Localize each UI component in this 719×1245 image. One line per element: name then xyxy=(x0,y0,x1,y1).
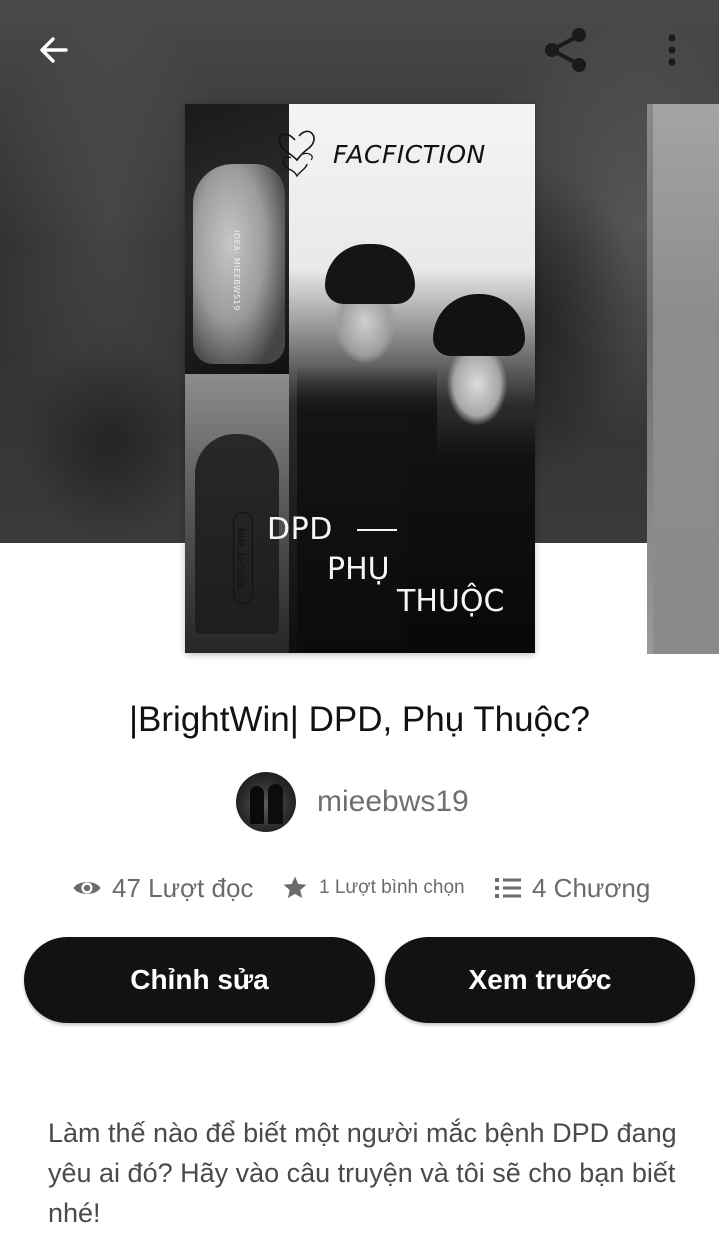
more-vertical-icon xyxy=(668,34,676,66)
stat-parts: 4 Chương xyxy=(494,868,650,908)
story-title: |BrightWin| DPD, Phụ Thuộc? xyxy=(128,700,591,739)
stat-votes: 1 Lượt bình chọn xyxy=(281,868,465,908)
heart-doodle-icon xyxy=(278,130,315,178)
reads-count: 47 Lượt đọc xyxy=(112,872,254,903)
cover-title-line3: THUỘC xyxy=(397,584,505,619)
votes-count: 1 Lượt bình chọn xyxy=(319,877,465,898)
cover-title-line1: DPD xyxy=(267,512,333,547)
star-icon xyxy=(283,876,307,899)
author-name[interactable]: mieebws19 xyxy=(317,785,469,819)
parts-count: 4 Chương xyxy=(532,872,651,903)
list-icon xyxy=(495,878,521,898)
arrow-left-icon xyxy=(40,37,68,63)
story-description: Làm thế nào để biết một người mắc bệnh D… xyxy=(48,1118,677,1228)
more-options-button[interactable] xyxy=(644,22,700,78)
stat-reads: 47 Lượt đọc xyxy=(72,868,253,908)
next-story-cover[interactable] xyxy=(647,104,719,654)
backdrop-shadow xyxy=(20,340,200,540)
cover-dash xyxy=(357,529,397,531)
share-button[interactable] xyxy=(538,22,594,78)
edit-button[interactable]: Chỉnh sửa xyxy=(24,937,375,1023)
story-cover[interactable]: FACFICTION IDEA: MIEEBWS19 BRIGHT WIN DP… xyxy=(185,104,535,653)
avatar[interactable] xyxy=(236,772,296,832)
cover-title-line2: PHỤ xyxy=(327,552,390,587)
cover-pill-label: BRIGHT WIN xyxy=(233,512,253,604)
back-button[interactable] xyxy=(26,22,82,78)
share-icon xyxy=(545,28,586,72)
eye-icon xyxy=(73,882,101,894)
cover-idea-text: IDEA: MIEEBWS19 xyxy=(232,230,241,311)
preview-button[interactable]: Xem trước xyxy=(385,937,695,1023)
cover-header-text: FACFICTION xyxy=(333,140,486,169)
story-stats: 47 Lượt đọc 1 Lượt bình chọn 4 Chương xyxy=(0,868,719,908)
cover-pill-text: BRIGHT WIN xyxy=(238,527,248,589)
author-link[interactable]: mieebws19 xyxy=(236,772,469,832)
